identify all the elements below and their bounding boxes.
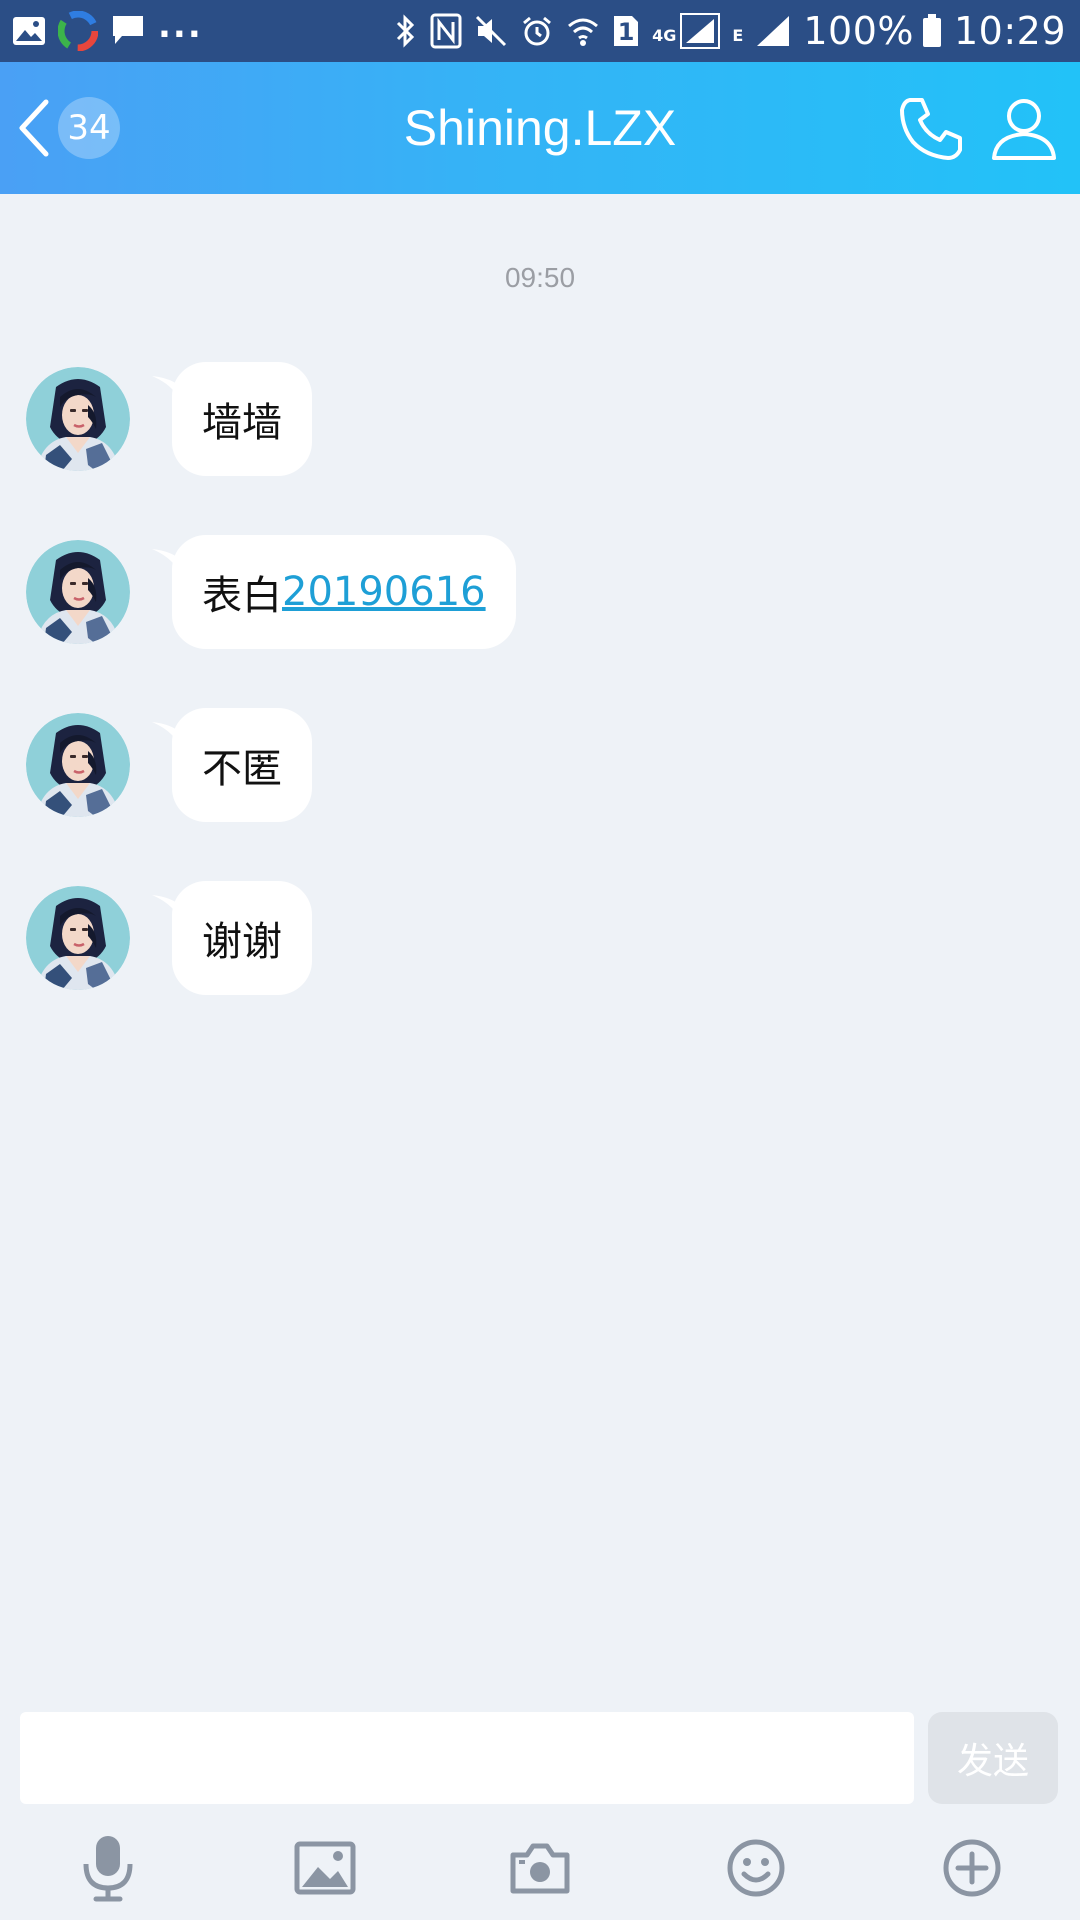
message-row: 墙墙 <box>26 360 312 478</box>
battery-icon <box>922 14 942 48</box>
photo-button[interactable] <box>285 1828 365 1908</box>
input-toolbar <box>0 1828 1080 1908</box>
profile-button[interactable] <box>988 92 1060 168</box>
message-input[interactable] <box>20 1712 914 1804</box>
message-bubble[interactable]: 不匿 <box>152 708 312 822</box>
contact-avatar[interactable] <box>26 367 130 471</box>
message-row: 不匿 <box>26 706 312 824</box>
clock: 10:29 <box>953 9 1066 53</box>
network-type-4g: 4G <box>652 26 677 45</box>
back-button[interactable]: 34 <box>16 92 136 164</box>
nfc-icon <box>430 13 462 49</box>
microphone-icon <box>83 1836 133 1902</box>
signal-icon-1 <box>680 13 721 49</box>
contact-avatar[interactable] <box>26 886 130 990</box>
signal-icon-2 <box>755 14 791 48</box>
battery-percent: 100% <box>803 9 914 53</box>
status-bar: ... 1 4G E 100% 10:29 <box>0 0 1080 62</box>
image-icon <box>294 1841 356 1895</box>
emoji-button[interactable] <box>716 1828 796 1908</box>
more-options-button[interactable] <box>932 1828 1012 1908</box>
message-text: 谢谢 <box>202 919 282 965</box>
message-timestamp: 09:50 <box>504 262 576 293</box>
camera-button[interactable] <box>500 1828 580 1908</box>
network-type-e: E <box>732 26 744 45</box>
phone-icon <box>900 98 962 160</box>
camera-icon <box>510 1843 570 1894</box>
unread-count-badge: 34 <box>58 97 120 159</box>
message-link[interactable]: 20190616 <box>282 569 486 615</box>
message-row: 表白 20190616 <box>26 533 516 651</box>
message-bubble[interactable]: 墙墙 <box>152 362 312 476</box>
phone-call-button[interactable] <box>896 92 968 168</box>
voice-button[interactable] <box>68 1828 148 1908</box>
plus-icon <box>943 1839 1001 1897</box>
app-notification-icon <box>58 11 98 51</box>
status-bar-right: 1 4G E 100% 10:29 <box>382 12 1066 50</box>
chevron-left-icon <box>16 98 52 158</box>
more-notifications: ... <box>158 6 203 46</box>
message-text: 墙墙 <box>202 400 282 446</box>
message-bubble[interactable]: 表白 20190616 <box>152 535 516 649</box>
message-text: 不匿 <box>202 746 282 792</box>
gallery-notification-icon <box>12 16 46 46</box>
mute-icon <box>474 14 508 48</box>
sim-slot-number: 1 <box>617 18 635 46</box>
message-text: 表白 <box>202 573 282 619</box>
wifi-icon <box>566 14 600 48</box>
chat-header: Shining.LZX 34 <box>0 62 1080 194</box>
alarm-icon <box>520 14 554 48</box>
send-button[interactable]: 发送 <box>928 1712 1058 1804</box>
message-row: 谢谢 <box>26 879 312 997</box>
contact-avatar[interactable] <box>26 713 130 817</box>
user-icon <box>992 99 1056 160</box>
sim-slot-icon: 1 <box>612 14 640 48</box>
message-bubble[interactable]: 谢谢 <box>152 881 312 995</box>
bluetooth-icon <box>394 13 418 49</box>
status-bar-left: ... <box>12 6 215 51</box>
contact-avatar[interactable] <box>26 540 130 644</box>
emoji-icon <box>727 1839 785 1897</box>
message-notification-icon <box>110 14 146 48</box>
